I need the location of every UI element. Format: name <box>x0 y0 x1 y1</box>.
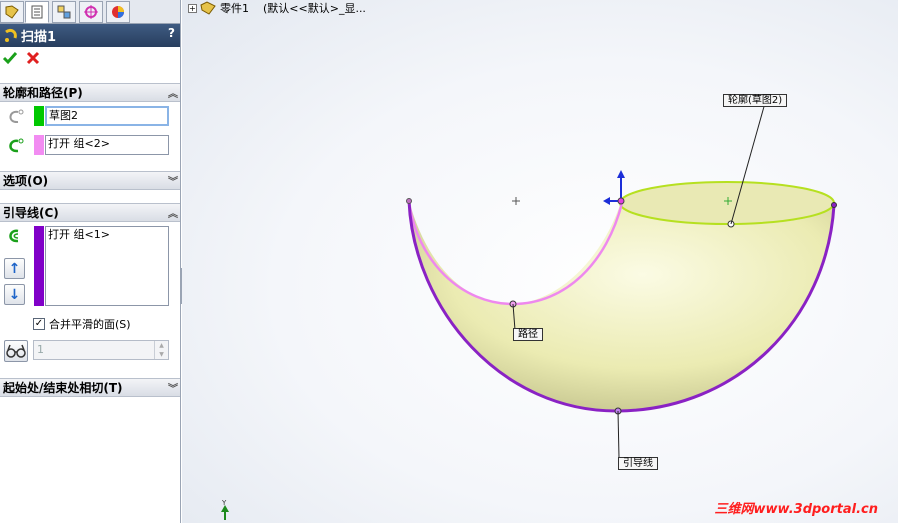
guide-color-swatch <box>34 226 44 306</box>
reference-triad <box>603 170 625 205</box>
profile-sketch[interactable] <box>619 181 835 225</box>
model-view: Y <box>221 102 837 520</box>
merge-smooth-faces-checkbox[interactable]: ✓ <box>33 318 45 330</box>
section-options-label: 选项(O) <box>3 174 49 188</box>
sketch-origin-mark <box>512 197 520 205</box>
path-selection-field[interactable]: 打开 组<2> <box>45 135 169 155</box>
section-tangency-label: 起始处/结束处相切(T) <box>3 381 123 395</box>
watermark: 三维网www.3dportal.cn <box>714 502 878 517</box>
path-color-swatch <box>34 135 44 155</box>
glasses-icon <box>6 344 26 358</box>
path-selector-icon <box>3 136 27 156</box>
manager-tab-bar <box>0 0 180 24</box>
chevron-up-icon[interactable]: ︽ <box>168 85 178 100</box>
chevron-up-icon[interactable]: ︽ <box>168 205 178 220</box>
section-options-header[interactable]: 选项(O) ︾ <box>0 171 180 190</box>
merge-smooth-faces-label: 合并平滑的面(S) <box>49 318 131 331</box>
path-icon <box>9 138 24 153</box>
ok-cancel-row <box>0 50 180 72</box>
section-tangency-header[interactable]: 起始处/结束处相切(T) ︾ <box>0 378 180 397</box>
feature-title-bar: 扫描1 ? <box>0 24 180 47</box>
guide-curve-selector-icon <box>3 226 27 246</box>
display-manager-icon <box>112 6 124 18</box>
profile-icon <box>9 109 24 124</box>
svg-text:Y: Y <box>221 499 227 507</box>
section-guide-curves-header[interactable]: 引导线(C) ︽ <box>0 203 180 222</box>
profile-selection-field[interactable]: 草图2 <box>45 106 169 126</box>
chevron-down-icon[interactable]: ︾ <box>168 173 178 188</box>
property-manager-panel: 扫描1 ? 轮廓和路径(P) ︽ 草图2 打开 组<2> 选项(O) ︾ 引导线… <box>0 0 181 523</box>
tab-display-manager[interactable] <box>106 1 130 23</box>
callout-profile[interactable]: 轮廓(草图2) <box>723 94 788 107</box>
section-number-value: 1 <box>37 343 44 356</box>
sweep-surface[interactable] <box>409 201 834 412</box>
stepper-arrows[interactable]: ▲ ▼ <box>154 341 168 359</box>
guide-endpoint[interactable] <box>831 202 837 208</box>
dimxpert-icon <box>84 5 98 19</box>
guide-curve-icon <box>9 229 19 243</box>
close-icon <box>26 51 40 65</box>
guide-curve-list[interactable]: 打开 组<1> <box>45 226 169 306</box>
merge-smooth-faces-option[interactable]: ✓ 合并平滑的面(S) <box>33 316 131 332</box>
show-sections-button[interactable] <box>4 340 28 362</box>
section-profile-path-label: 轮廓和路径(P) <box>3 86 83 100</box>
property-manager-icon <box>31 5 43 19</box>
ok-button[interactable] <box>2 50 18 69</box>
arrow-down-icon: ↓ <box>8 286 21 303</box>
guide-leader <box>617 410 620 459</box>
axis-triad-icon: Y <box>221 499 229 520</box>
section-guide-curves-label: 引导线(C) <box>3 206 59 220</box>
profile-color-swatch <box>34 106 44 126</box>
tab-configuration-manager[interactable] <box>52 1 76 23</box>
configuration-icon <box>57 5 71 19</box>
move-up-button[interactable]: ↑ <box>4 258 25 279</box>
tab-dimxpert-manager[interactable] <box>79 1 103 23</box>
cancel-button[interactable] <box>25 50 41 69</box>
move-down-button[interactable]: ↓ <box>4 284 25 305</box>
tab-feature-manager[interactable] <box>0 1 24 23</box>
section-profile-path-header[interactable]: 轮廓和路径(P) ︽ <box>0 83 180 102</box>
help-button[interactable]: ? <box>168 26 175 40</box>
callout-guide-curve[interactable]: 引导线 <box>618 457 658 470</box>
arrow-up-icon: ↑ <box>8 260 21 277</box>
path-endpoint[interactable] <box>406 198 412 204</box>
profile-selector-icon <box>3 107 27 127</box>
list-item[interactable]: 打开 组<1> <box>48 227 168 243</box>
section-number-stepper[interactable]: 1 ▲ ▼ <box>33 340 169 360</box>
chevron-down-icon[interactable]: ︾ <box>168 380 178 395</box>
callout-path[interactable]: 路径 <box>513 328 543 341</box>
checkmark-icon <box>2 52 18 65</box>
sweep-feature-icon <box>5 28 17 42</box>
feature-title: 扫描1 <box>21 30 57 45</box>
feature-tree-icon <box>5 5 19 19</box>
graphics-viewport[interactable]: + 零件1 (默认<<默认>_显... Y 轮廓(草图2) 路径 引导线 三维网… <box>182 0 898 523</box>
tab-property-manager[interactable] <box>25 1 49 23</box>
